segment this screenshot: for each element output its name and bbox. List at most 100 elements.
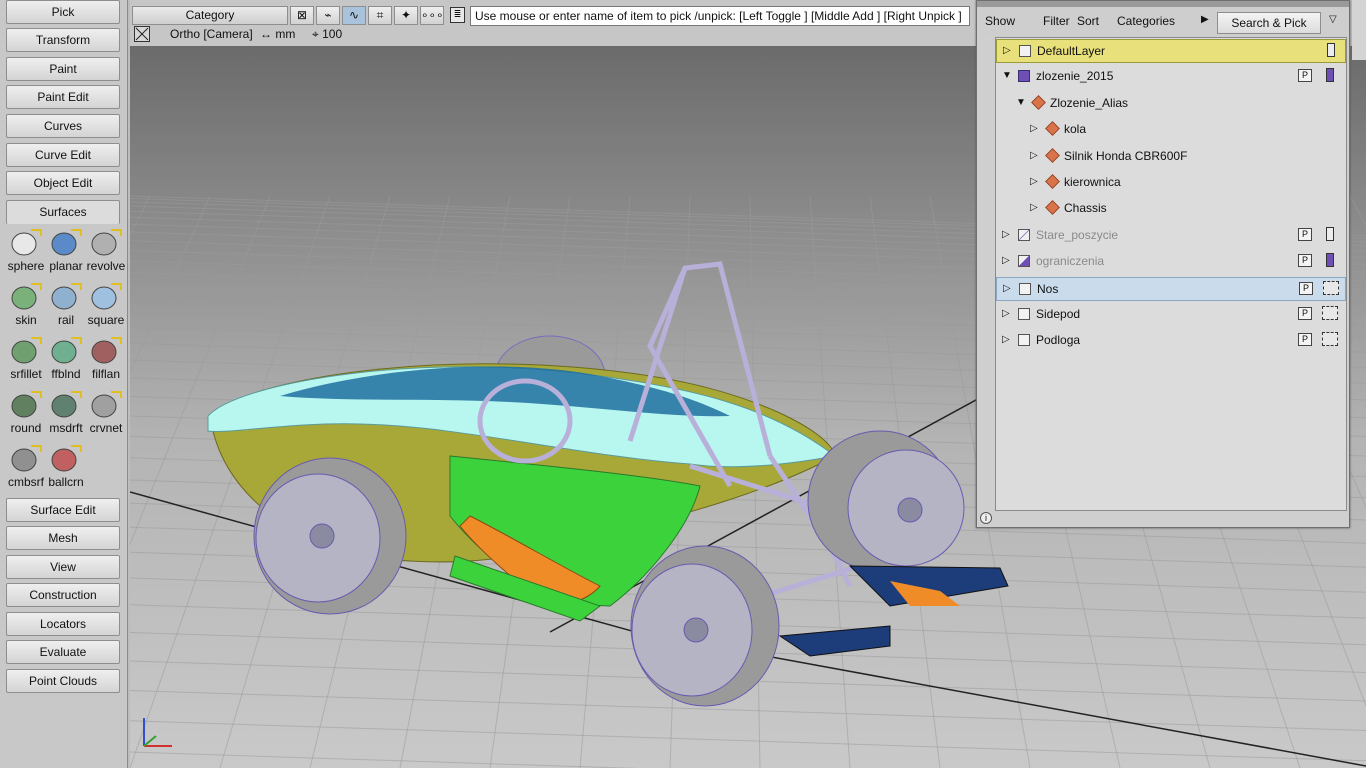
lister-row-sidepod[interactable]: ▷ Sidepod P [996,303,1346,327]
layer-visibility-icon[interactable] [1018,228,1030,241]
lister-row-zlozenie-2015[interactable]: ▼ zlozenie_2015 P [996,65,1346,89]
pick-curve-icon[interactable]: ⌁ [316,6,340,25]
layer-pick-toggle[interactable]: P [1298,254,1312,268]
lister-row-kola[interactable]: ▷ kola [996,118,1346,142]
layer-visibility-icon[interactable] [1019,282,1031,295]
row-label: Nos [1037,281,1059,296]
tool-rail[interactable]: rail [46,280,86,334]
palette-locators-button[interactable]: Locators [6,612,120,636]
lister-row-chassis[interactable]: ▷ Chassis [996,197,1346,221]
layer-state-icon[interactable] [1326,68,1334,83]
wheel-front-right [630,545,780,707]
expand-triangle-icon[interactable]: ▷ [1030,197,1038,219]
tool-revolve[interactable]: revolve [86,226,126,280]
expand-triangle-icon[interactable]: ▷ [1030,171,1038,193]
palette-surface-edit-button[interactable]: Surface Edit [6,498,120,522]
menu-categories[interactable]: Categories [1117,14,1175,28]
viewport-close-icon[interactable] [134,26,150,42]
palette-surfaces-button[interactable]: Surfaces [6,200,120,224]
menu-sort[interactable]: Sort [1077,14,1099,28]
tool-sphere[interactable]: sphere [6,226,46,280]
tool-cmbsrf[interactable]: cmbsrf [6,442,46,496]
tool-skin[interactable]: skin [6,280,46,334]
layer-pick-toggle[interactable]: P [1298,333,1312,347]
lister-row-silnik-honda-cbr600f[interactable]: ▷ Silnik Honda CBR600F [996,145,1346,169]
menu-icon[interactable]: ≣ [450,7,465,23]
collapse-triangle-icon[interactable]: ▼ [1002,65,1012,87]
expand-triangle-icon[interactable]: ▷ [1030,118,1038,140]
expand-triangle-icon[interactable]: ▷ [1002,329,1010,351]
tool-square[interactable]: square [86,280,126,334]
layer-pick-toggle[interactable]: P [1299,281,1313,295]
palette-view-button[interactable]: View [6,555,120,579]
palette-object-edit-button[interactable]: Object Edit [6,171,120,195]
layer-visibility-icon[interactable] [1018,308,1030,320]
tool-planar[interactable]: planar [46,226,86,280]
lister-row-podloga[interactable]: ▷ Podloga P [996,329,1346,353]
palette-pick-button[interactable]: Pick [6,0,120,24]
palette-transform-button[interactable]: Transform [6,28,120,52]
tool-round[interactable]: round [6,388,46,442]
palette-construction-button[interactable]: Construction [6,583,120,607]
object-cube-icon[interactable] [1045,121,1060,137]
tool-ballcrn[interactable]: ballcrn [46,442,86,496]
expand-triangle-icon[interactable]: ▷ [1002,250,1010,272]
pick-surface-icon[interactable]: ⌗ [368,6,392,25]
palette-paint-button[interactable]: Paint [6,57,120,81]
collapse-arrow-icon[interactable]: ▽ [1329,14,1337,25]
collapse-triangle-icon[interactable]: ▼ [1016,92,1026,114]
object-cube-icon[interactable] [1045,174,1060,189]
layer-pick-toggle[interactable]: P [1298,307,1312,320]
palette-paint-edit-button[interactable]: Paint Edit [6,85,120,109]
layer-state-icon[interactable] [1326,226,1334,241]
layer-state-icon[interactable] [1326,253,1334,268]
layer-state-icon[interactable] [1327,43,1335,57]
layer-visibility-icon[interactable] [1018,70,1030,83]
info-icon[interactable]: i [980,512,992,524]
palette-mesh-button[interactable]: Mesh [6,526,120,550]
layer-pick-toggle[interactable]: P [1298,69,1312,83]
expand-triangle-icon[interactable]: ▷ [1003,278,1011,300]
layer-visibility-icon[interactable] [1019,45,1031,57]
pick-cv-icon[interactable]: ∘∘∘ [420,6,444,25]
search-pick-tab[interactable]: Search & Pick [1217,12,1321,34]
pick-curve-active-icon[interactable]: ∿ [342,6,366,25]
palette-curve-edit-button[interactable]: Curve Edit [6,143,120,167]
expand-triangle-icon[interactable]: ▷ [1002,224,1010,246]
lister-row-defaultlayer[interactable]: ▷ DefaultLayer [996,39,1346,63]
lister-row-zlozenie-alias[interactable]: ▼ Zlozenie_Alias [996,92,1346,116]
palette-curves-button[interactable]: Curves [6,114,120,138]
layer-state-icon[interactable] [1322,306,1338,320]
tool-crvnet[interactable]: crvnet [86,388,126,442]
object-cube-icon[interactable] [1045,200,1060,216]
lister-row-ograniczenia[interactable]: ▷ ograniczenia P [996,250,1346,274]
tool-srfillet[interactable]: srfillet [6,334,46,388]
lister-row-stare-poszycie[interactable]: ▷ Stare_poszycie P [996,224,1346,248]
pick-prompt-field[interactable]: Use mouse or enter name of item to pick … [470,6,970,26]
lister-titlebar[interactable] [977,1,1349,7]
palette-point-clouds-button[interactable]: Point Clouds [6,669,120,693]
lister-row-nos[interactable]: ▷ Nos P [996,276,1346,301]
palette-evaluate-button[interactable]: Evaluate [6,640,120,664]
category-button[interactable]: Category [132,6,288,25]
tool-ffblnd[interactable]: ffblnd [46,334,86,388]
menu-filter[interactable]: Filter [1043,14,1070,28]
layer-visibility-icon[interactable] [1018,255,1030,268]
expand-triangle-icon[interactable]: ▷ [1003,40,1011,62]
layer-state-icon[interactable] [1323,280,1339,295]
object-cube-icon[interactable] [1031,94,1046,110]
tool-filflan[interactable]: filflan [86,334,126,388]
lister-row-kierownica[interactable]: ▷ kierownica [996,171,1346,195]
expand-triangle-icon[interactable]: ▷ [1002,303,1010,325]
object-cube-icon[interactable] [1045,147,1060,163]
tool-msdrft[interactable]: msdrft [46,388,86,442]
layer-state-icon[interactable] [1322,332,1338,347]
pick-object-icon[interactable]: ⊠ [290,6,314,25]
expand-arrow-icon[interactable]: ▶ [1201,14,1209,25]
layer-pick-toggle[interactable]: P [1298,227,1312,241]
expand-triangle-icon[interactable]: ▷ [1030,145,1038,167]
race-car-model [207,261,1009,707]
pick-point-icon[interactable]: ✦ [394,6,418,25]
layer-visibility-icon[interactable] [1018,334,1030,347]
menu-show[interactable]: Show [985,14,1015,28]
